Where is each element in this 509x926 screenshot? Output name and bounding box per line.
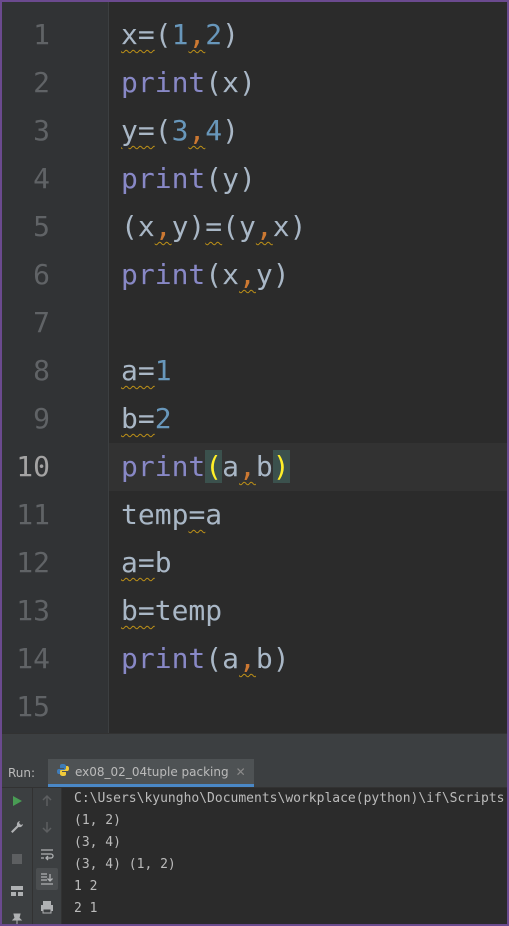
code-editor[interactable]: 1 x=(1,2) 2 print(x) 3 y=(3,4) 4 print(y… — [2, 2, 507, 733]
console-line: (3, 4) — [74, 835, 121, 850]
print-icon[interactable] — [36, 896, 58, 918]
code-line[interactable]: 14 print(a,b) — [2, 635, 507, 683]
code-text[interactable]: b=2 — [121, 395, 172, 443]
pin-icon[interactable] — [6, 908, 28, 924]
down-arrow-icon[interactable] — [36, 816, 58, 838]
code-text[interactable]: print(x,y) — [121, 251, 290, 299]
code-line[interactable]: 1 x=(1,2) — [2, 11, 507, 59]
code-text[interactable]: print(a,b) — [121, 443, 290, 491]
line-number: 12 — [16, 546, 50, 579]
code-text[interactable]: b=temp — [121, 587, 222, 635]
layout-icon[interactable] — [6, 880, 28, 902]
console-line: 1 2 — [74, 879, 98, 894]
code-text[interactable]: temp=a — [121, 491, 222, 539]
editor-splitter[interactable] — [2, 733, 507, 760]
code-text[interactable]: (x,y)=(y,x) — [121, 203, 306, 251]
python-file-icon — [56, 763, 70, 780]
line-number: 2 — [33, 66, 50, 99]
line-number: 8 — [33, 354, 50, 387]
console-line: (1, 2) — [74, 813, 121, 828]
code-text[interactable]: a=1 — [121, 347, 172, 395]
line-number: 9 — [33, 402, 50, 435]
console-line: C:\Users\kyungho\Documents\workplace(pyt… — [74, 791, 505, 806]
close-icon[interactable]: ✕ — [236, 765, 246, 779]
run-tab-label: ex08_02_04tuple packing — [75, 764, 229, 779]
line-number: 5 — [33, 210, 50, 243]
run-toolbar — [2, 788, 33, 924]
run-panel-header: Run: ex08_02_04tuple packing ✕ — [2, 759, 507, 788]
wrench-icon[interactable] — [6, 816, 28, 838]
run-config-tab[interactable]: ex08_02_04tuple packing ✕ — [48, 759, 254, 787]
up-arrow-icon[interactable] — [36, 790, 58, 812]
code-line[interactable]: 4 print(y) — [2, 155, 507, 203]
code-line[interactable]: 7 — [2, 299, 507, 347]
stop-icon[interactable] — [6, 848, 28, 870]
console-line: 2 1 — [74, 901, 98, 916]
line-number: 1 — [33, 18, 50, 51]
code-line[interactable]: 8 a=1 — [2, 347, 507, 395]
soft-wrap-icon[interactable] — [36, 843, 58, 865]
code-line[interactable]: 5 (x,y)=(y,x) — [2, 203, 507, 251]
console-toolbar — [33, 788, 62, 924]
code-text[interactable]: a=b — [121, 539, 172, 587]
line-number: 6 — [33, 258, 50, 291]
code-line[interactable]: 12 a=b — [2, 539, 507, 587]
code-line[interactable]: 9 b=2 — [2, 395, 507, 443]
line-number: 10 — [16, 450, 50, 483]
line-number: 15 — [16, 690, 50, 723]
line-number: 3 — [33, 114, 50, 147]
code-line[interactable]: 2 print(x) — [2, 59, 507, 107]
code-line[interactable]: 3 y=(3,4) — [2, 107, 507, 155]
scroll-to-end-icon[interactable] — [36, 868, 58, 890]
line-number: 13 — [16, 594, 50, 627]
code-text[interactable]: print(a,b) — [121, 635, 290, 683]
code-text[interactable]: print(y) — [121, 155, 256, 203]
code-text[interactable]: print(x) — [121, 59, 256, 107]
code-line-current[interactable]: 10 print(a,b) — [2, 443, 507, 491]
run-icon[interactable] — [6, 790, 28, 812]
console-output[interactable]: C:\Users\kyungho\Documents\workplace(pyt… — [62, 788, 507, 924]
code-line[interactable]: 11 temp=a — [2, 491, 507, 539]
line-number: 4 — [33, 162, 50, 195]
run-label: Run: — [8, 766, 36, 780]
line-number: 14 — [16, 642, 50, 675]
ide-window: 1 x=(1,2) 2 print(x) 3 y=(3,4) 4 print(y… — [0, 0, 509, 926]
code-text[interactable]: x=(1,2) — [121, 11, 239, 59]
code-line[interactable]: 13 b=temp — [2, 587, 507, 635]
code-line[interactable]: 6 print(x,y) — [2, 251, 507, 299]
line-number: 7 — [33, 306, 50, 339]
console-line: (3, 4) (1, 2) — [74, 857, 176, 872]
line-number: 11 — [16, 498, 50, 531]
code-line[interactable]: 15 — [2, 683, 507, 731]
code-text[interactable]: y=(3,4) — [121, 107, 239, 155]
